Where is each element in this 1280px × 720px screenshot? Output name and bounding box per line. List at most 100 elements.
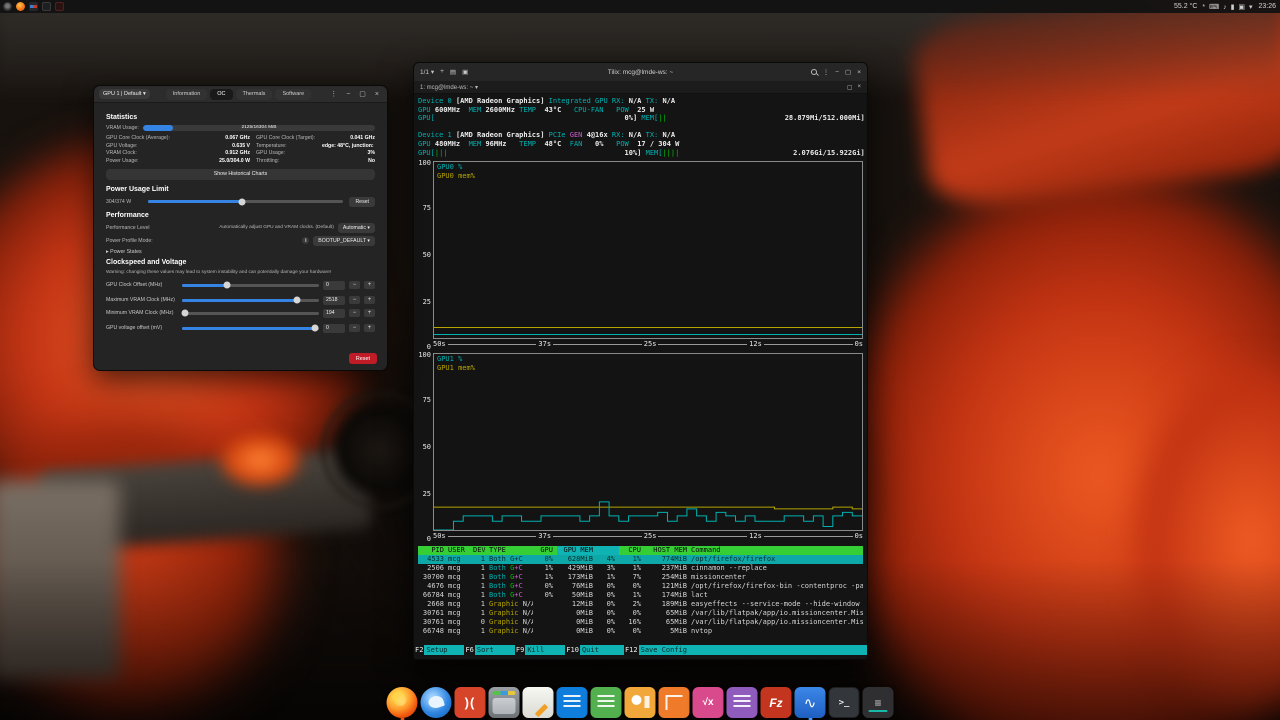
clock-applet[interactable]: 23:26 <box>1258 3 1276 10</box>
chevron-down-icon: ▾ <box>367 225 370 231</box>
search-icon[interactable] <box>811 69 817 75</box>
fkey-action[interactable]: Save Config <box>639 645 867 655</box>
menu-icon[interactable] <box>3 2 12 11</box>
maximize-button[interactable]: ▢ <box>845 68 851 76</box>
tab-software[interactable]: Software <box>275 89 311 100</box>
increment-button[interactable]: + <box>364 296 375 304</box>
minimize-button[interactable]: − <box>343 91 353 98</box>
dock-item-libreoffice-impress[interactable] <box>625 687 656 718</box>
minimize-button[interactable]: − <box>835 69 839 76</box>
display-icon[interactable]: ▣ <box>1238 4 1249 11</box>
mission-center-icon[interactable] <box>29 2 38 11</box>
column-header[interactable]: USER <box>448 546 473 555</box>
column-header[interactable]: HOST MEM <box>645 546 691 555</box>
stat-value: 0.067 GHz <box>192 135 250 141</box>
network-icon[interactable]: ▾ <box>1249 4 1254 11</box>
column-header[interactable]: DEV <box>473 546 489 555</box>
dock-item-file-manager[interactable] <box>489 687 520 718</box>
maximize-button[interactable]: ▢ <box>356 91 369 98</box>
decrement-button[interactable]: − <box>349 309 360 317</box>
maximize-pane-icon[interactable]: ▢ <box>847 84 853 91</box>
column-header[interactable] <box>597 546 619 555</box>
x-tick: 37s <box>538 340 551 349</box>
tab-thermals[interactable]: Thermals <box>236 89 273 100</box>
dock-item-filezilla[interactable]: Fz <box>761 687 792 718</box>
close-button[interactable]: × <box>372 91 382 98</box>
close-pane-icon[interactable]: × <box>857 84 861 91</box>
slider-track[interactable] <box>182 284 319 287</box>
tab-information[interactable]: Information <box>166 89 208 100</box>
menu-dots-icon[interactable]: ⋮ <box>327 91 340 98</box>
menu-dots-icon[interactable]: ⋮ <box>823 68 830 76</box>
slider-value-input[interactable]: 0 <box>323 324 345 333</box>
dock-item-red-arcs-app[interactable]: )( <box>455 687 486 718</box>
cpu-temp-applet[interactable]: 55.2 °C <box>1174 3 1197 10</box>
column-header[interactable]: Command <box>691 546 863 555</box>
firefox-icon[interactable] <box>16 2 25 11</box>
slider-track[interactable] <box>182 312 319 315</box>
power-limit-reset-button[interactable]: Reset <box>349 197 375 207</box>
close-button[interactable]: × <box>857 69 861 76</box>
column-header[interactable]: GPU MEM <box>557 546 597 555</box>
decrement-button[interactable]: − <box>349 324 360 332</box>
slider-track[interactable] <box>182 299 319 302</box>
dock-item-firefox[interactable] <box>387 687 418 718</box>
fkey-label[interactable]: F10 <box>565 645 580 655</box>
dock-item-text-editor[interactable] <box>523 687 554 718</box>
split-pane-icon[interactable]: ▤ <box>450 68 456 76</box>
increment-button[interactable]: + <box>364 309 375 317</box>
increment-button[interactable]: + <box>364 324 375 332</box>
slider-value-input[interactable]: 2518 <box>323 296 345 305</box>
performance-level-dropdown[interactable]: Automatic ▾ <box>338 223 375 233</box>
dock-item-libreoffice-math[interactable]: √x <box>693 687 724 718</box>
clockspeed-reset-button[interactable]: Reset <box>349 353 377 364</box>
column-header[interactable]: TYPE <box>489 546 533 555</box>
dock-item-libreoffice-base[interactable] <box>727 687 758 718</box>
fkey-label[interactable]: F6 <box>464 645 474 655</box>
dock-item-thunderbird[interactable] <box>421 687 452 718</box>
nvtop-icon[interactable] <box>55 2 64 11</box>
slider-track[interactable] <box>182 327 319 330</box>
fkey-action[interactable]: Setup <box>424 645 464 655</box>
new-terminal-button[interactable]: + <box>440 68 444 76</box>
slider-value-input[interactable]: 0 <box>323 281 345 290</box>
expander-arrow-icon: ▸ <box>106 249 109 255</box>
power-states-expander[interactable]: ▸ Power States <box>106 249 375 255</box>
fkey-action[interactable]: Quit <box>580 645 624 655</box>
dock-item-mission-center[interactable]: ∿ <box>795 687 826 718</box>
dock-item-terminal[interactable]: >_ <box>829 687 860 718</box>
power-limit-slider[interactable] <box>148 200 343 203</box>
audio-icon[interactable]: ♪ <box>1223 4 1230 11</box>
gpu-selector-dropdown[interactable]: GPU 1 | Default ▾ <box>99 89 150 99</box>
session-pager[interactable]: 1/1 ▾ <box>420 68 434 76</box>
stat-value: 0.912 GHz <box>192 150 250 156</box>
power-profile-dropdown[interactable]: BOOTUP_DEFAULT ▾ <box>313 236 375 246</box>
x-tick: 12s <box>749 532 762 541</box>
dock-item-libreoffice-calc[interactable] <box>591 687 622 718</box>
fkey-label[interactable]: F9 <box>515 645 525 655</box>
keyboard-icon[interactable]: ⌨ <box>1209 4 1223 11</box>
clockspeed-heading: Clockspeed and Voltage <box>106 259 375 266</box>
x-tick: 25s <box>644 532 657 541</box>
fkey-action[interactable]: Sort <box>475 645 515 655</box>
dock-item-libreoffice-writer[interactable] <box>557 687 588 718</box>
profile-icon[interactable]: ▣ <box>462 68 468 76</box>
terminal-tab[interactable]: 1: mcg@lmde-ws: ~ ▾ <box>420 84 478 91</box>
slider-value-input[interactable]: 194 <box>323 309 345 318</box>
fkey-label[interactable]: F12 <box>624 645 639 655</box>
fkey-label[interactable]: F2 <box>414 645 424 655</box>
x-tick: 25s <box>644 340 657 349</box>
dock-item-libreoffice-draw[interactable] <box>659 687 690 718</box>
decrement-button[interactable]: − <box>349 296 360 304</box>
terminal-icon[interactable] <box>42 2 51 11</box>
show-historical-charts-button[interactable]: Show Historical Charts <box>106 169 375 180</box>
fkey-action[interactable]: Kill <box>525 645 565 655</box>
column-header[interactable]: PID <box>418 546 448 555</box>
decrement-button[interactable]: − <box>349 281 360 289</box>
column-header[interactable]: GPU <box>533 546 557 555</box>
dock-item-tweaks[interactable]: ≡ <box>863 687 894 718</box>
info-icon[interactable]: i <box>302 237 309 244</box>
column-header[interactable]: CPU <box>619 546 645 555</box>
tab-oc[interactable]: OC <box>210 89 232 100</box>
increment-button[interactable]: + <box>364 281 375 289</box>
